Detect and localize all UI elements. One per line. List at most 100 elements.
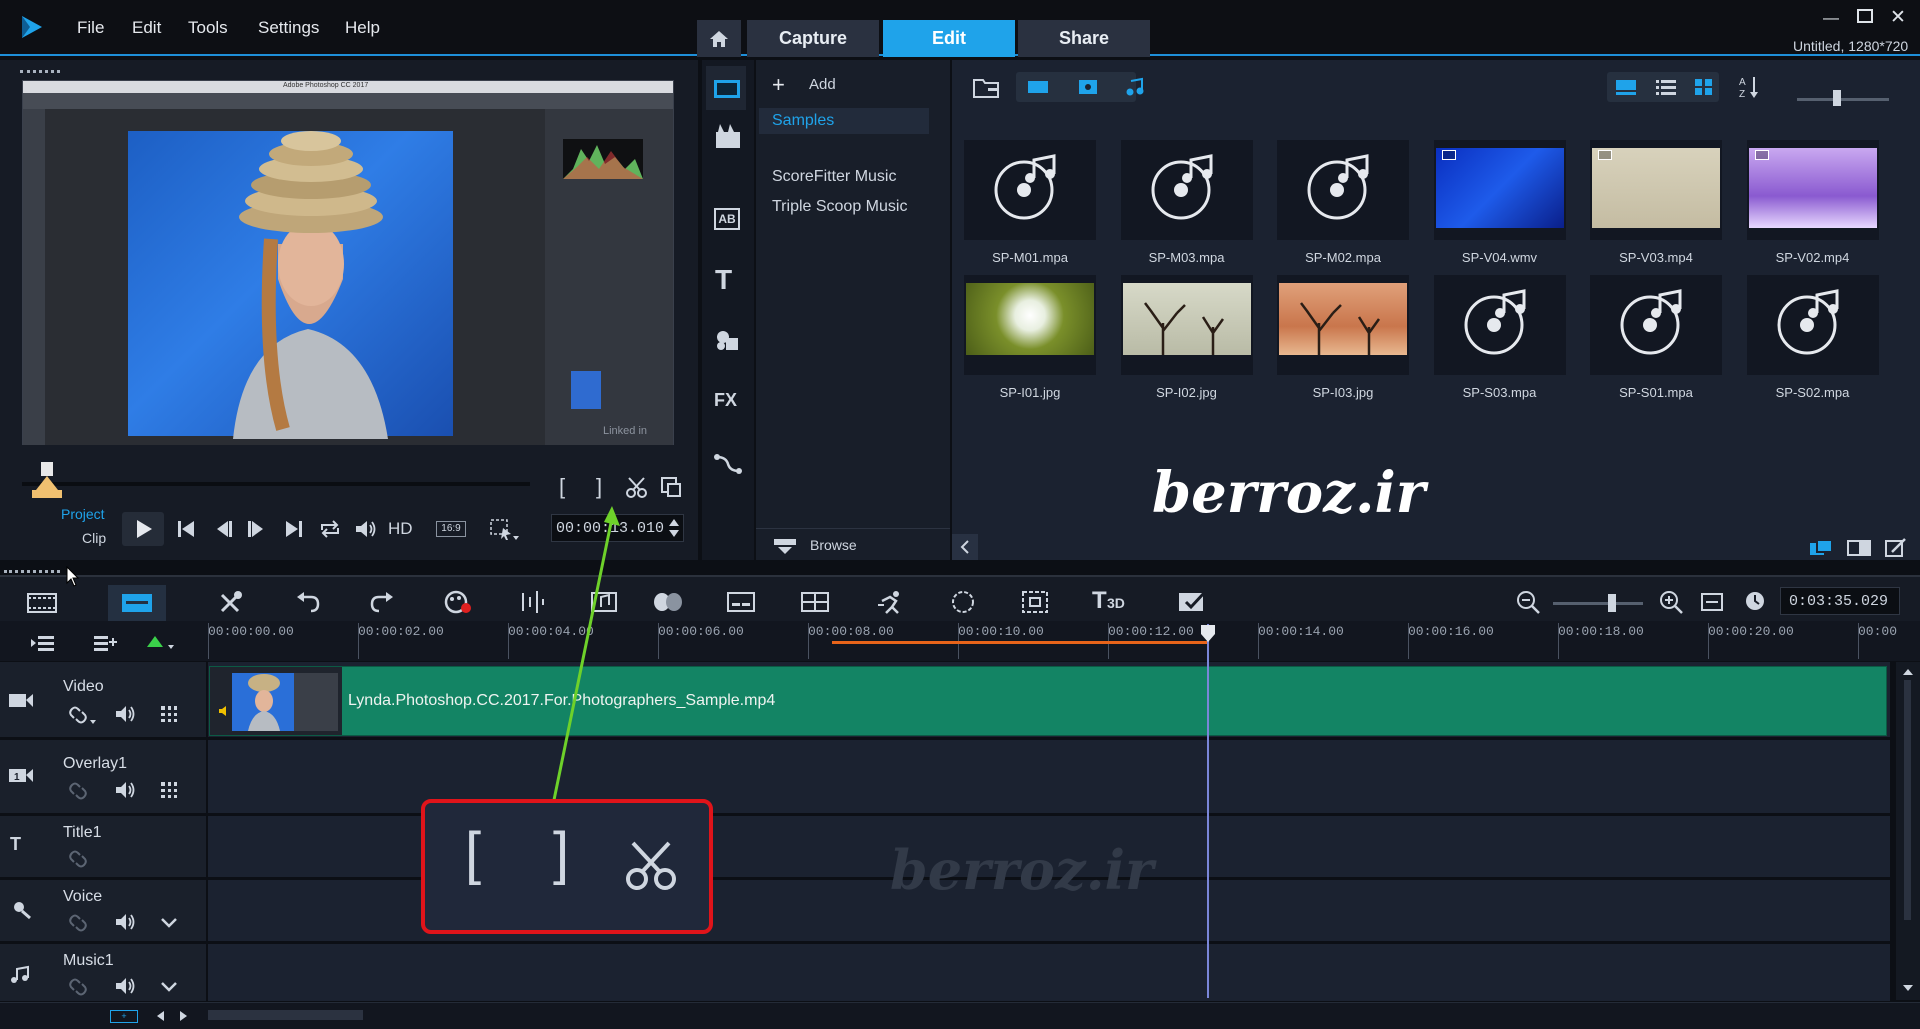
track-manager-icon[interactable] xyxy=(30,633,56,653)
storyboard-view-toggle-icon[interactable] xyxy=(26,591,58,615)
playhead-marker[interactable] xyxy=(1200,624,1216,644)
play-button[interactable] xyxy=(122,512,164,546)
menu-settings[interactable]: Settings xyxy=(258,18,319,38)
tab-capture[interactable]: Capture xyxy=(747,20,879,57)
layout-icon[interactable] xyxy=(1846,538,1872,558)
transition-icon[interactable]: AB xyxy=(714,208,740,230)
browse-icon[interactable] xyxy=(772,537,798,555)
vertical-scrollbar[interactable] xyxy=(1896,662,1920,1000)
timeline-grip[interactable] xyxy=(4,570,60,573)
track-header-voice[interactable]: Voice xyxy=(0,880,206,942)
folder-triple-scoop-music[interactable]: Triple Scoop Music xyxy=(772,198,907,216)
media-item[interactable]: SP-S02.mpa xyxy=(1746,275,1903,409)
link-icon[interactable] xyxy=(68,848,92,870)
tab-share[interactable]: Share xyxy=(1018,20,1150,57)
ruler-scale[interactable]: 00:00:00.00 00:00:02.00 00:00:04.00 00:00:0… xyxy=(208,621,1897,661)
link-icon[interactable] xyxy=(68,912,92,934)
track-header-overlay1[interactable]: 1 Overlay1 xyxy=(0,740,206,814)
aspect-ratio-dropdown[interactable]: 16:9 xyxy=(436,521,466,537)
media-item[interactable]: SP-S03.mpa xyxy=(1433,275,1590,409)
playhead-line[interactable] xyxy=(1207,624,1209,998)
scroll-right-icon[interactable] xyxy=(176,1009,190,1023)
expand-chevron-icon[interactable] xyxy=(160,916,178,930)
subtitle-editor-icon[interactable] xyxy=(726,591,756,613)
media-item[interactable]: SP-I03.jpg xyxy=(1277,275,1433,409)
scrubber-handle[interactable] xyxy=(30,462,64,500)
import-media-icon[interactable] xyxy=(972,74,1002,100)
thumbnail-size-slider[interactable] xyxy=(1797,98,1889,101)
show-audio-icon[interactable] xyxy=(1122,77,1150,97)
folder-samples[interactable]: Samples xyxy=(759,108,929,134)
go-to-end-icon[interactable] xyxy=(283,518,305,540)
grid-icon[interactable] xyxy=(160,781,178,799)
mute-icon[interactable] xyxy=(114,912,138,932)
media-item[interactable]: SP-I02.jpg xyxy=(1120,275,1277,409)
link-icon[interactable] xyxy=(68,704,96,726)
tab-edit[interactable]: Edit xyxy=(883,20,1015,57)
close-button[interactable]: ✕ xyxy=(1890,6,1906,29)
fx-filter-icon[interactable]: FX xyxy=(714,390,737,411)
instant-project-icon[interactable] xyxy=(714,122,744,150)
scroll-up-icon[interactable] xyxy=(1902,668,1914,676)
scrollbar-thumb[interactable] xyxy=(1904,680,1911,920)
link-icon[interactable] xyxy=(68,780,92,802)
list-view-icon[interactable] xyxy=(1654,77,1678,97)
record-capture-icon[interactable] xyxy=(443,589,473,615)
storyboard-view-icon[interactable] xyxy=(1614,77,1638,97)
split-screen-template-icon[interactable] xyxy=(1176,589,1208,615)
timeline-ruler[interactable]: 00:00:00.00 00:00:02.00 00:00:04.00 00:00:0… xyxy=(0,621,1920,661)
pan-zoom-icon[interactable] xyxy=(1020,589,1050,615)
options-panel-icon[interactable] xyxy=(1808,538,1834,558)
next-frame-icon[interactable] xyxy=(245,518,267,540)
minimize-button[interactable]: — xyxy=(1823,10,1839,28)
title-icon[interactable]: T xyxy=(715,266,732,294)
mask-creator-icon[interactable] xyxy=(948,589,978,615)
menu-edit[interactable]: Edit xyxy=(132,18,161,38)
zoom-out-icon[interactable] xyxy=(1515,589,1541,615)
home-tab[interactable] xyxy=(697,20,741,57)
link-icon[interactable] xyxy=(68,976,92,998)
thumbnail-view-icon[interactable] xyxy=(1692,77,1716,97)
mute-icon[interactable] xyxy=(114,976,138,996)
repeat-icon[interactable] xyxy=(318,518,342,540)
horizontal-scrollbar-thumb[interactable] xyxy=(208,1010,363,1020)
clip-mode-label[interactable]: Clip xyxy=(82,530,106,546)
3d-title-editor-button[interactable]: T 3D xyxy=(1092,587,1128,615)
selection-tool-icon[interactable] xyxy=(489,518,521,542)
add-folder-icon[interactable]: + xyxy=(772,74,785,96)
video-clip[interactable]: Lynda.Photoshop.CC.2017.For.Photographer… xyxy=(209,666,1887,736)
fit-project-icon[interactable] xyxy=(1700,591,1724,613)
media-item[interactable]: SP-M01.mpa xyxy=(964,140,1120,274)
volume-icon[interactable] xyxy=(354,518,378,540)
timecode-stepper-icon[interactable] xyxy=(667,517,681,539)
path-icon[interactable] xyxy=(714,452,742,474)
mark-out-button[interactable]: ] xyxy=(596,474,602,500)
add-folder-button[interactable]: Add xyxy=(809,76,836,93)
collapse-library-button[interactable] xyxy=(952,534,978,560)
hd-button[interactable]: HD xyxy=(388,519,413,539)
undo-icon[interactable] xyxy=(295,591,321,613)
track-header-music1[interactable]: Music1 xyxy=(0,944,206,1002)
menu-file[interactable]: File xyxy=(77,18,104,38)
time-remapping-icon[interactable] xyxy=(876,589,906,615)
scroll-down-icon[interactable] xyxy=(1902,984,1914,992)
media-item[interactable]: SP-M02.mpa xyxy=(1277,140,1433,274)
enlarge-preview-icon[interactable] xyxy=(660,476,682,498)
zoom-in-icon[interactable] xyxy=(1658,589,1684,615)
track-lane-music1[interactable] xyxy=(208,944,1890,1002)
media-item[interactable]: SP-V04.wmv xyxy=(1433,140,1590,274)
folder-scorefitter-music[interactable]: ScoreFitter Music xyxy=(772,168,896,186)
toolbox-icon[interactable] xyxy=(218,589,244,615)
redo-icon[interactable] xyxy=(369,591,395,613)
mute-icon[interactable] xyxy=(114,704,138,724)
scissors-icon[interactable] xyxy=(626,476,648,498)
grid-icon[interactable] xyxy=(160,705,178,723)
mark-in-button[interactable]: [ xyxy=(559,474,565,500)
timeline-view-toggle[interactable] xyxy=(108,585,166,621)
track-header-title1[interactable]: T Title1 xyxy=(0,816,206,878)
sort-icon[interactable]: AZ xyxy=(1738,74,1760,100)
panel-grip[interactable] xyxy=(20,70,60,74)
graphic-icon[interactable] xyxy=(714,328,742,352)
show-videos-icon[interactable] xyxy=(1024,77,1052,97)
media-category-button[interactable] xyxy=(706,66,746,110)
